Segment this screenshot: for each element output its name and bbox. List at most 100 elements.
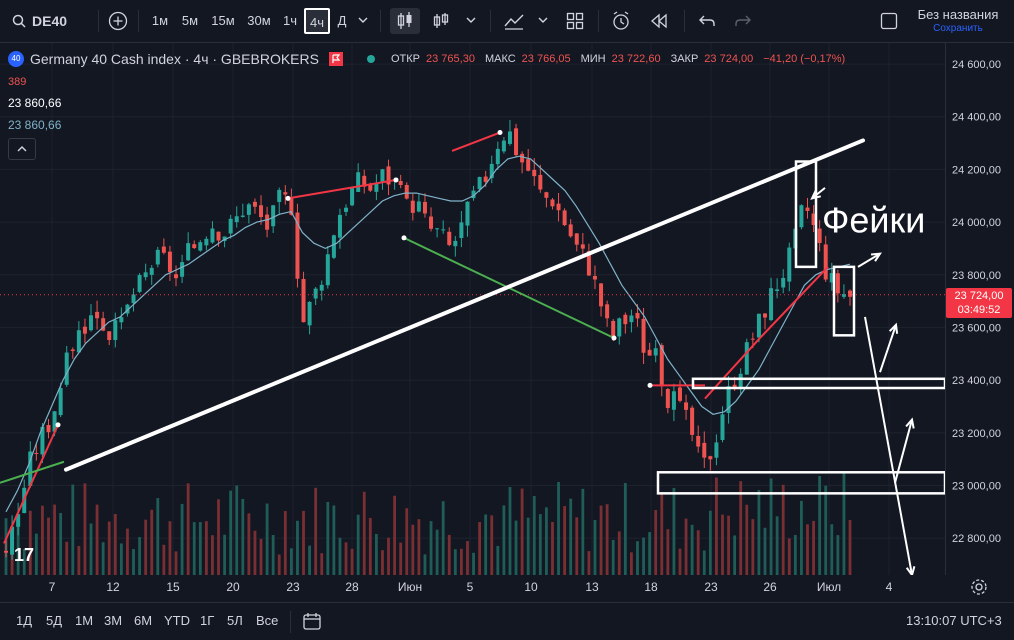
volume-bar [830,524,834,575]
layouts-button[interactable] [562,8,588,34]
candle-body [556,203,561,211]
candle-body [113,320,118,341]
volume-bar [435,529,439,575]
volume-bar [411,524,415,575]
clock[interactable]: 13:10:07 UTC+3 [906,613,1002,628]
chart-type-dropdown[interactable] [462,8,480,34]
volume-bar [775,516,779,575]
indicators-icon [504,14,524,30]
candle-body [149,267,154,275]
redo-button[interactable] [730,8,756,34]
alert-button[interactable] [608,8,634,34]
volume-bar [168,521,172,575]
range-5y[interactable]: 5Л [227,613,243,628]
volume-bar [660,492,664,575]
volume-bar [551,521,554,575]
candle-body [422,201,427,214]
candle-body [204,238,209,246]
undo-icon [699,15,715,26]
volume-bar [781,484,785,575]
volume-bar [192,522,196,575]
range-1d[interactable]: 1Д [16,613,32,628]
candle-body [380,169,385,182]
indicators-dropdown[interactable] [534,8,552,34]
volume-bar [472,552,475,575]
volume-bar [563,506,567,575]
volume-bar [59,512,63,575]
timeframe-1h[interactable]: 1ч [279,8,301,34]
candle-body [107,331,112,340]
separator [98,10,99,32]
timeframe-1m[interactable]: 1м [148,8,172,34]
candle-body [665,389,670,408]
indicators-button[interactable] [500,8,528,34]
axis-settings-button[interactable] [970,578,990,598]
collapse-legend-button[interactable] [8,138,36,160]
symbol-search[interactable]: DE40 [4,8,94,34]
volume-bar [77,545,81,575]
separator [684,10,685,32]
timeframe-15m[interactable]: 15м [208,8,238,34]
candle-body [720,414,725,440]
flag-icon[interactable] [328,52,343,66]
compare-symbol-button[interactable] [106,8,130,34]
volume-bar [180,503,184,575]
volume-bar [459,548,463,575]
timeframe-dropdown[interactable] [354,8,372,34]
range-ytd[interactable]: YTD [164,613,190,628]
close-label: ЗАКР [670,53,699,65]
layout-name-button[interactable]: Без названия Сохранить [906,7,1010,35]
volume-bar [53,504,56,575]
high-label: МАКС [484,53,516,65]
grid-layout-icon [566,12,584,30]
candle-body [738,373,743,390]
volume-bar [836,535,840,575]
volume-bar [186,483,190,575]
close-value: 23 724,00 [704,53,754,65]
candle-body [356,172,361,192]
candle-body [538,174,543,190]
range-1y[interactable]: 1Г [200,613,214,628]
volume-bar [374,534,378,575]
range-5d[interactable]: 5Д [46,613,62,628]
candle-body [623,314,628,325]
volume-bar [107,521,111,575]
separator [290,611,291,633]
high-value: 23 766,05 [521,53,571,65]
price-tick-label: 23 800,00 [952,270,1001,282]
volume-bar [119,543,123,575]
chevron-down-icon [538,17,548,23]
volume-bar [235,485,239,575]
go-to-date-button[interactable] [302,611,322,636]
timeframe-1d[interactable]: Д [334,8,350,34]
candle-body [210,228,215,243]
candles-chart-type-button[interactable] [390,8,420,34]
candle-body [775,289,780,292]
chart-legend: 40 Germany 40 Cash index · 4ч · GBEBROKE… [8,50,845,160]
time-tick-label: 10 [524,580,538,594]
candle-body [805,207,810,211]
range-6m[interactable]: 6М [134,613,152,628]
bars-chart-type-button[interactable] [428,8,454,34]
volume-bar [538,514,542,575]
range-1m[interactable]: 1М [75,613,93,628]
separator [380,10,381,32]
undo-button[interactable] [694,8,720,34]
replay-button[interactable] [646,8,672,34]
time-axis[interactable]: 7 12 15 20 23 28 Июн 5 10 13 18 23 26 Июл 4 [0,575,945,601]
candle-body [823,244,828,280]
layout-checkbox[interactable] [878,8,900,34]
range-3m[interactable]: 3М [104,613,122,628]
volume-bar [34,533,38,575]
range-all[interactable]: Все [256,613,278,628]
candle-body [192,244,197,249]
volume-bar [271,534,275,575]
candle-body [629,315,634,323]
volume-bar [818,475,822,575]
candle-body [344,207,349,212]
candle-body [477,176,482,190]
timeframe-4h[interactable]: 4ч [304,8,330,34]
candle-body [447,231,452,245]
timeframe-30m[interactable]: 30м [244,8,274,34]
timeframe-5m[interactable]: 5м [178,8,202,34]
